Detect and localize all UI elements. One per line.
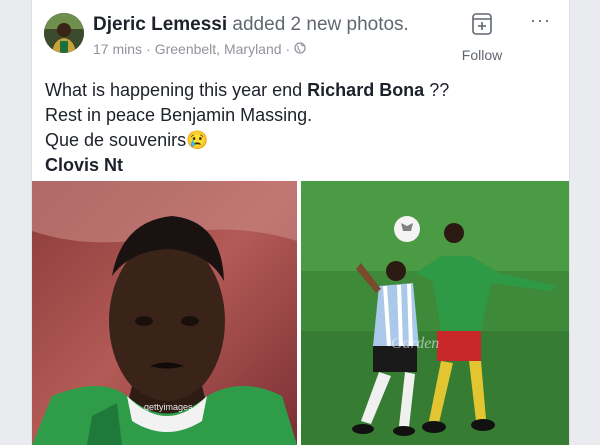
meta-separator: ·: [285, 41, 291, 57]
author-avatar[interactable]: [44, 13, 84, 53]
photo-football-match[interactable]: Garden: [301, 181, 569, 445]
tagged-person-link[interactable]: Clovis Nt: [45, 153, 449, 178]
meta-separator: ·: [146, 41, 151, 57]
crying-emoji-icon: 😢: [186, 130, 209, 150]
photo-grid: gettyimages Garden: [32, 181, 569, 445]
post-line-3: Que de souvenirs😢: [45, 128, 449, 153]
author-name-link[interactable]: Djeric Lemessi: [93, 14, 227, 35]
post-time[interactable]: 17 mins: [93, 41, 142, 57]
follow-label: Follow: [461, 47, 503, 63]
post-line-3-text: Que de souvenirs: [45, 130, 187, 150]
post-body: What is happening this year end Richard …: [45, 78, 449, 178]
post-action-text: added 2 new photos.: [232, 14, 409, 35]
follow-icon: [447, 12, 517, 41]
photo-portrait[interactable]: gettyimages: [32, 181, 297, 445]
post-location[interactable]: Greenbelt, Maryland: [155, 41, 282, 57]
follow-button[interactable]: Follow: [447, 12, 517, 63]
post-header-title: Djeric Lemessi added 2 new photos.: [93, 14, 409, 36]
globe-icon: [294, 41, 306, 57]
post-line-1-suffix: ??: [424, 80, 450, 100]
post-line-2: Rest in peace Benjamin Massing.: [45, 105, 313, 125]
photo-watermark: Garden: [391, 335, 440, 352]
photo-watermark: gettyimages: [144, 402, 193, 412]
post-line-1: What is happening this year end Richard …: [45, 78, 449, 103]
more-options-icon[interactable]: ···: [530, 10, 551, 31]
mentioned-name[interactable]: Richard Bona: [307, 80, 424, 100]
post-meta: 17 mins · Greenbelt, Maryland ·: [93, 41, 306, 57]
post-line-1-prefix: What is happening this year end: [45, 80, 308, 100]
feed-post: Djeric Lemessi added 2 new photos. 17 mi…: [31, 0, 570, 445]
